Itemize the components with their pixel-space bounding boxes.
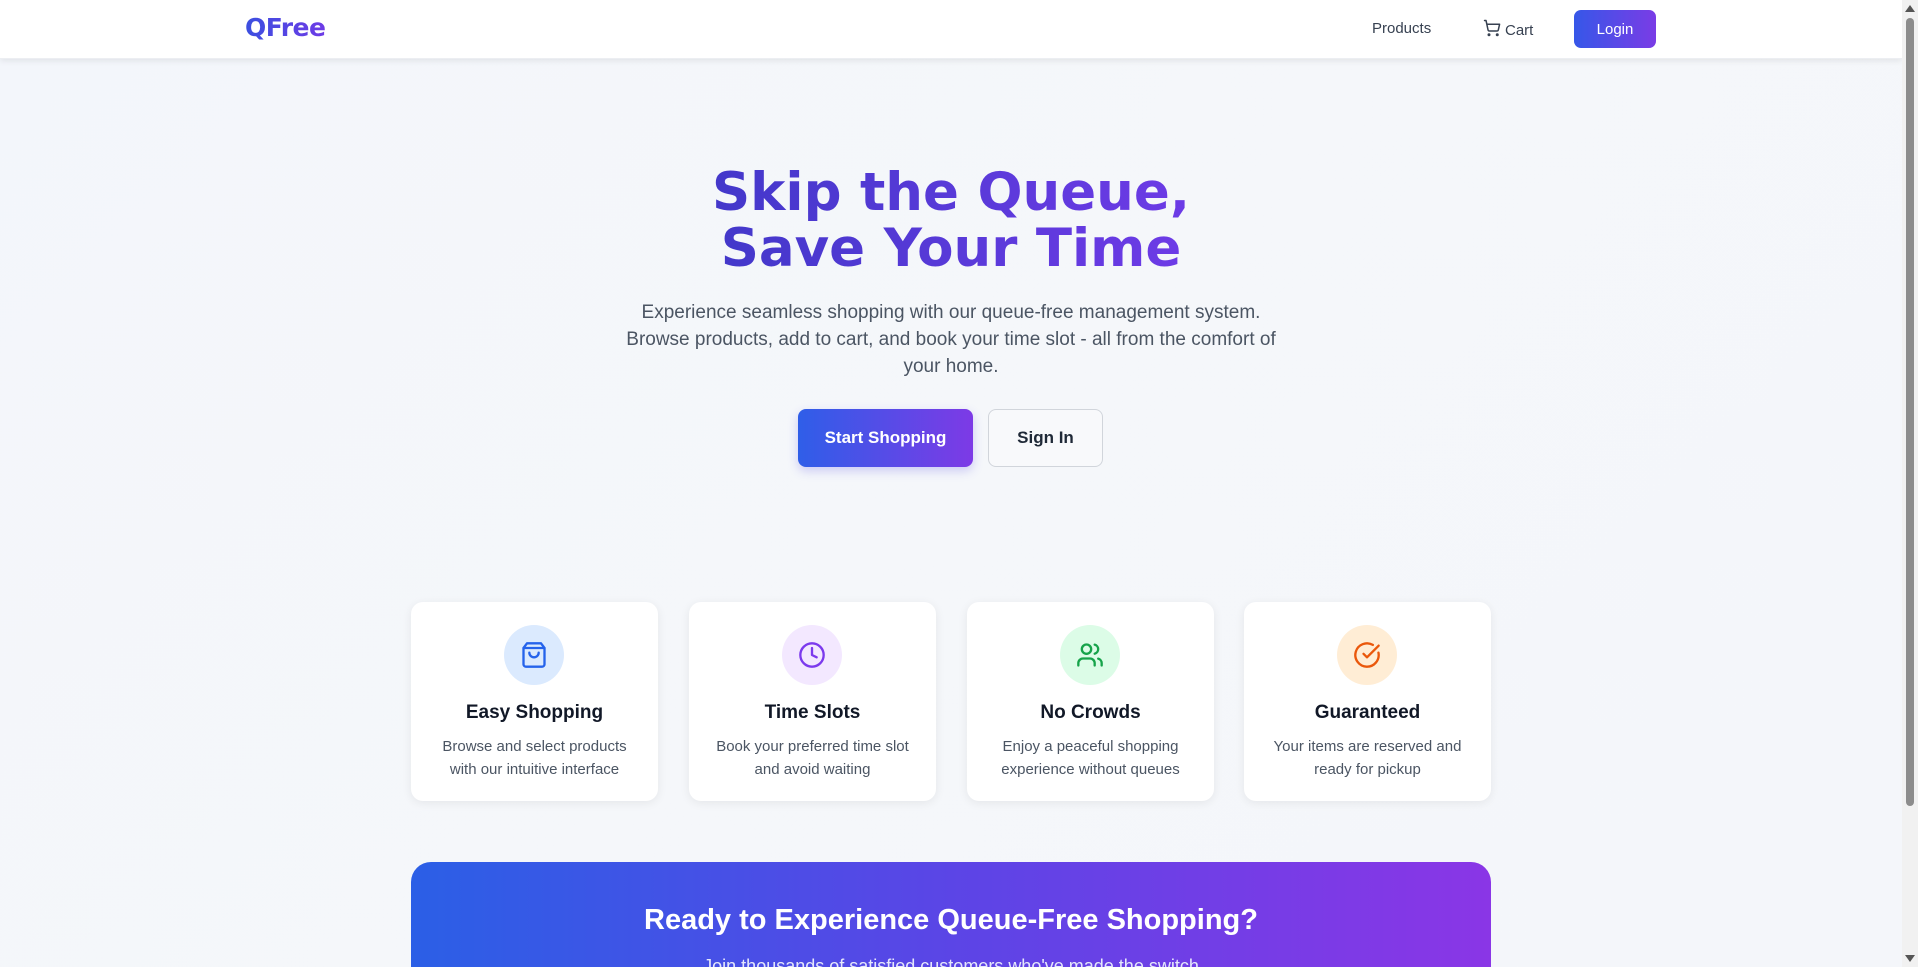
scroll-up-arrow-icon[interactable]	[1905, 5, 1915, 12]
feature-title: No Crowds	[1040, 702, 1141, 723]
nav-products-link[interactable]: Products	[1372, 20, 1431, 37]
nav-cart-link[interactable]: Cart	[1483, 19, 1533, 41]
navbar: QFree Products Cart Login	[0, 0, 1902, 59]
feature-title: Time Slots	[764, 702, 861, 723]
feature-description: Enjoy a peaceful shopping experience wit…	[1001, 738, 1180, 778]
cta-subtitle: Join thousands of satisfied customers wh…	[703, 956, 1199, 967]
hero-title-line-1: Skip the Queue,	[712, 162, 1190, 223]
hero-title: Skip the Queue, Save Your Time	[0, 165, 1902, 277]
feature-title: Easy Shopping	[465, 702, 604, 723]
nav-cart-label: Cart	[1505, 21, 1534, 39]
hero-subtitle: Experience seamless shopping with our qu…	[626, 302, 1276, 377]
logo[interactable]: QFree	[245, 13, 326, 42]
feature-card-time-slots: Time Slots Book your preferred time slot…	[689, 602, 936, 801]
clock-icon	[782, 625, 842, 685]
feature-description: Book your preferred time slot and avoid …	[716, 738, 909, 778]
sign-in-button[interactable]: Sign In	[988, 409, 1103, 467]
feature-card-easy-shopping: Easy Shopping Browse and select products…	[411, 602, 658, 801]
cta-banner: Ready to Experience Queue-Free Shopping?…	[411, 862, 1491, 967]
feature-description: Your items are reserved and ready for pi…	[1273, 738, 1462, 778]
feature-card-guaranteed: Guaranteed Your items are reserved and r…	[1244, 602, 1491, 801]
scroll-down-arrow-icon[interactable]	[1905, 955, 1915, 962]
start-shopping-button[interactable]: Start Shopping	[798, 409, 973, 467]
feature-card-no-crowds: No Crowds Enjoy a peaceful shopping expe…	[967, 602, 1214, 801]
users-icon	[1060, 625, 1120, 685]
cart-icon	[1483, 19, 1501, 41]
check-circle-icon	[1337, 625, 1397, 685]
login-button[interactable]: Login	[1574, 10, 1656, 48]
feature-description: Browse and select products with our intu…	[442, 738, 627, 778]
page-scrollbar[interactable]	[1902, 0, 1918, 967]
scroll-thumb[interactable]	[1906, 18, 1914, 806]
cta-title: Ready to Experience Queue-Free Shopping?	[644, 904, 1258, 936]
feature-title: Guaranteed	[1314, 702, 1421, 723]
shopping-bag-icon	[504, 625, 564, 685]
hero-title-line-2: Save Your Time	[720, 218, 1182, 279]
